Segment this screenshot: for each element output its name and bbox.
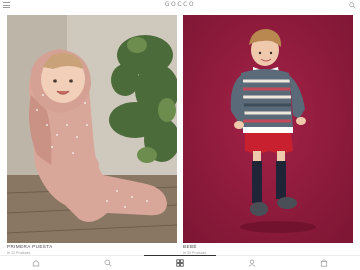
category-photo[interactable] (183, 15, 353, 243)
tab-categories[interactable] (144, 256, 216, 270)
category-photo[interactable] (7, 15, 177, 243)
search-icon (104, 259, 112, 267)
brand-logo[interactable]: GOCCO (0, 1, 360, 8)
tab-search[interactable] (72, 256, 144, 270)
category-title[interactable]: BEBÉ (183, 244, 353, 249)
grid-icon (176, 259, 184, 267)
tab-home[interactable] (0, 256, 72, 270)
top-bar: GOCCO (0, 0, 360, 12)
search-icon[interactable] (349, 2, 356, 9)
home-icon (32, 259, 40, 267)
bottom-tab-bar (0, 256, 360, 270)
category-title[interactable]: PRIMERA PUESTA (7, 244, 177, 249)
user-icon (248, 259, 256, 267)
tab-bag[interactable] (288, 256, 360, 270)
category-card-primera-puesta[interactable]: PRIMERA PUESTA In 12 Products (7, 15, 177, 255)
category-caption: PRIMERA PUESTA In 12 Products (7, 244, 177, 255)
category-card-bebe[interactable]: BEBÉ In 30 Products (183, 15, 353, 255)
category-caption: BEBÉ In 30 Products (183, 244, 353, 255)
tab-account[interactable] (216, 256, 288, 270)
shopping-bag-icon (320, 259, 328, 267)
